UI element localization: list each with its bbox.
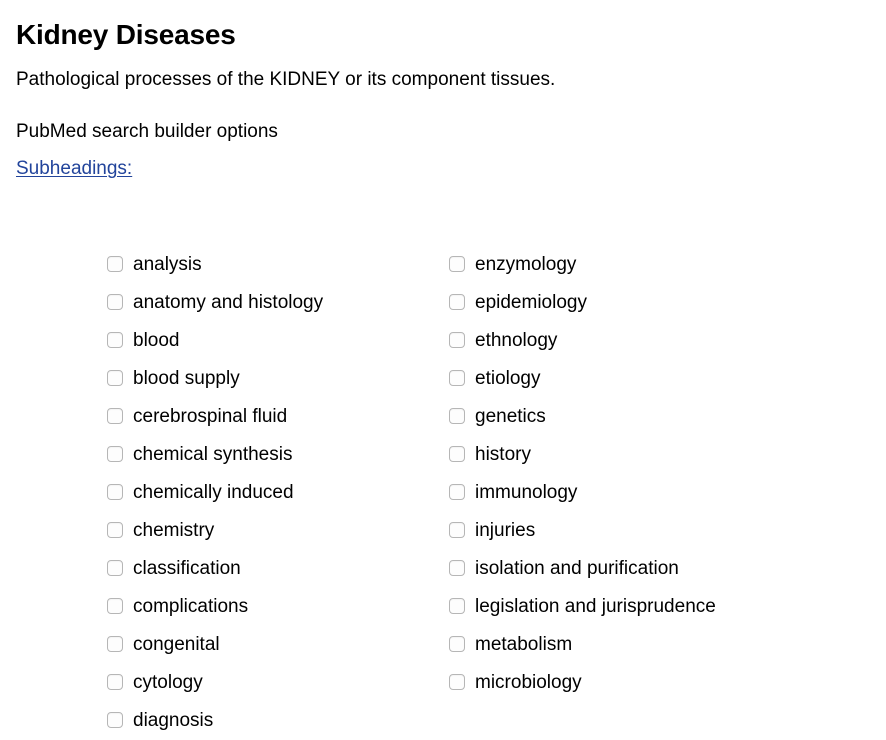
subheading-label: epidemiology <box>475 292 587 313</box>
checkbox-icon[interactable] <box>107 256 123 272</box>
subheading-label: classification <box>133 558 241 579</box>
subheading-checkbox-item[interactable]: legislation and jurisprudence <box>449 588 886 626</box>
checkbox-icon[interactable] <box>449 256 465 272</box>
subheading-checkbox-item[interactable]: etiology <box>449 360 886 398</box>
subheading-label: injuries <box>475 520 536 541</box>
checkbox-icon[interactable] <box>449 446 465 462</box>
subheading-checkbox-item[interactable]: chemistry <box>107 512 430 550</box>
subheading-checkbox-item[interactable]: classification <box>107 550 430 588</box>
subheading-label: legislation and jurisprudence <box>475 596 716 617</box>
subheading-label: chemistry <box>133 520 215 541</box>
checkbox-icon[interactable] <box>107 446 123 462</box>
term-description: Pathological processes of the KIDNEY or … <box>16 68 556 90</box>
subheading-checkbox-item[interactable]: injuries <box>449 512 886 550</box>
checkbox-icon[interactable] <box>107 332 123 348</box>
subheading-checkbox-item[interactable]: metabolism <box>449 626 886 664</box>
subheading-checkbox-item[interactable]: microbiology <box>449 664 886 702</box>
checkbox-icon[interactable] <box>449 408 465 424</box>
checkbox-icon[interactable] <box>449 294 465 310</box>
checkbox-icon[interactable] <box>107 484 123 500</box>
subheading-label: immunology <box>475 482 578 503</box>
subheading-label: cerebrospinal fluid <box>133 406 288 427</box>
subheading-checkbox-item[interactable]: genetics <box>449 398 886 436</box>
checkbox-icon[interactable] <box>107 560 123 576</box>
subheading-label: metabolism <box>475 634 573 655</box>
subheading-label: anatomy and histology <box>133 292 324 313</box>
checkbox-icon[interactable] <box>449 484 465 500</box>
subheading-label: genetics <box>475 406 546 427</box>
checkbox-icon[interactable] <box>449 370 465 386</box>
subheading-checkbox-item[interactable]: cytology <box>107 664 430 702</box>
subheading-label: enzymology <box>475 254 577 275</box>
subheading-checkbox-item[interactable]: blood <box>107 322 430 360</box>
subheading-label: blood <box>133 330 180 351</box>
checkbox-icon[interactable] <box>107 408 123 424</box>
mesh-subheadings-page: Kidney Diseases Pathological processes o… <box>0 0 886 731</box>
checkbox-icon[interactable] <box>107 370 123 386</box>
subheading-label: isolation and purification <box>475 558 679 579</box>
subheadings-left-column: analysis anatomy and histology blood blood … <box>0 246 430 740</box>
subheadings-link[interactable]: Subheadings: <box>16 157 132 181</box>
checkbox-icon[interactable] <box>107 598 123 614</box>
subheading-checkbox-item[interactable]: diagnosis <box>107 702 430 740</box>
subheading-label: etiology <box>475 368 541 389</box>
page-title: Kidney Diseases <box>16 19 236 50</box>
subheading-checkbox-item[interactable]: chemical synthesis <box>107 436 430 474</box>
subheading-label: microbiology <box>475 672 582 693</box>
subheading-checkbox-item[interactable]: blood supply <box>107 360 430 398</box>
subheadings-checkbox-columns: analysis anatomy and histology blood blood … <box>0 246 886 740</box>
subheading-checkbox-item[interactable]: congenital <box>107 626 430 664</box>
subheadings-link-row: Subheadings: <box>16 143 886 181</box>
subheading-label: analysis <box>133 254 202 275</box>
subheading-checkbox-item[interactable]: enzymology <box>449 246 886 284</box>
subheading-checkbox-item[interactable]: immunology <box>449 474 886 512</box>
subheading-label: complications <box>133 596 249 617</box>
subheading-checkbox-item[interactable]: isolation and purification <box>449 550 886 588</box>
subheading-checkbox-item[interactable]: epidemiology <box>449 284 886 322</box>
subheading-checkbox-item[interactable]: ethnology <box>449 322 886 360</box>
subheading-label: blood supply <box>133 368 240 389</box>
subheading-checkbox-item[interactable]: cerebrospinal fluid <box>107 398 430 436</box>
checkbox-icon[interactable] <box>449 598 465 614</box>
subheading-label: cytology <box>133 672 203 693</box>
subheading-checkbox-item[interactable]: analysis <box>107 246 430 284</box>
subheadings-right-column: enzymology epidemiology ethnology etiology g… <box>430 246 886 702</box>
checkbox-icon[interactable] <box>107 522 123 538</box>
subheading-label: history <box>475 444 531 465</box>
checkbox-icon[interactable] <box>449 332 465 348</box>
subheading-label: ethnology <box>475 330 558 351</box>
subheading-checkbox-item[interactable]: anatomy and histology <box>107 284 430 322</box>
checkbox-icon[interactable] <box>107 674 123 690</box>
subheading-label: chemically induced <box>133 482 294 503</box>
checkbox-icon[interactable] <box>107 636 123 652</box>
pubmed-search-builder-options-label: PubMed search builder options <box>16 120 278 142</box>
checkbox-icon[interactable] <box>107 294 123 310</box>
subheading-checkbox-item[interactable]: history <box>449 436 886 474</box>
checkbox-icon[interactable] <box>449 674 465 690</box>
checkbox-icon[interactable] <box>107 712 123 728</box>
subheading-label: congenital <box>133 634 220 655</box>
subheading-checkbox-item[interactable]: chemically induced <box>107 474 430 512</box>
subheading-label: chemical synthesis <box>133 444 293 465</box>
checkbox-icon[interactable] <box>449 522 465 538</box>
subheading-checkbox-item[interactable]: complications <box>107 588 430 626</box>
checkbox-icon[interactable] <box>449 560 465 576</box>
checkbox-icon[interactable] <box>449 636 465 652</box>
